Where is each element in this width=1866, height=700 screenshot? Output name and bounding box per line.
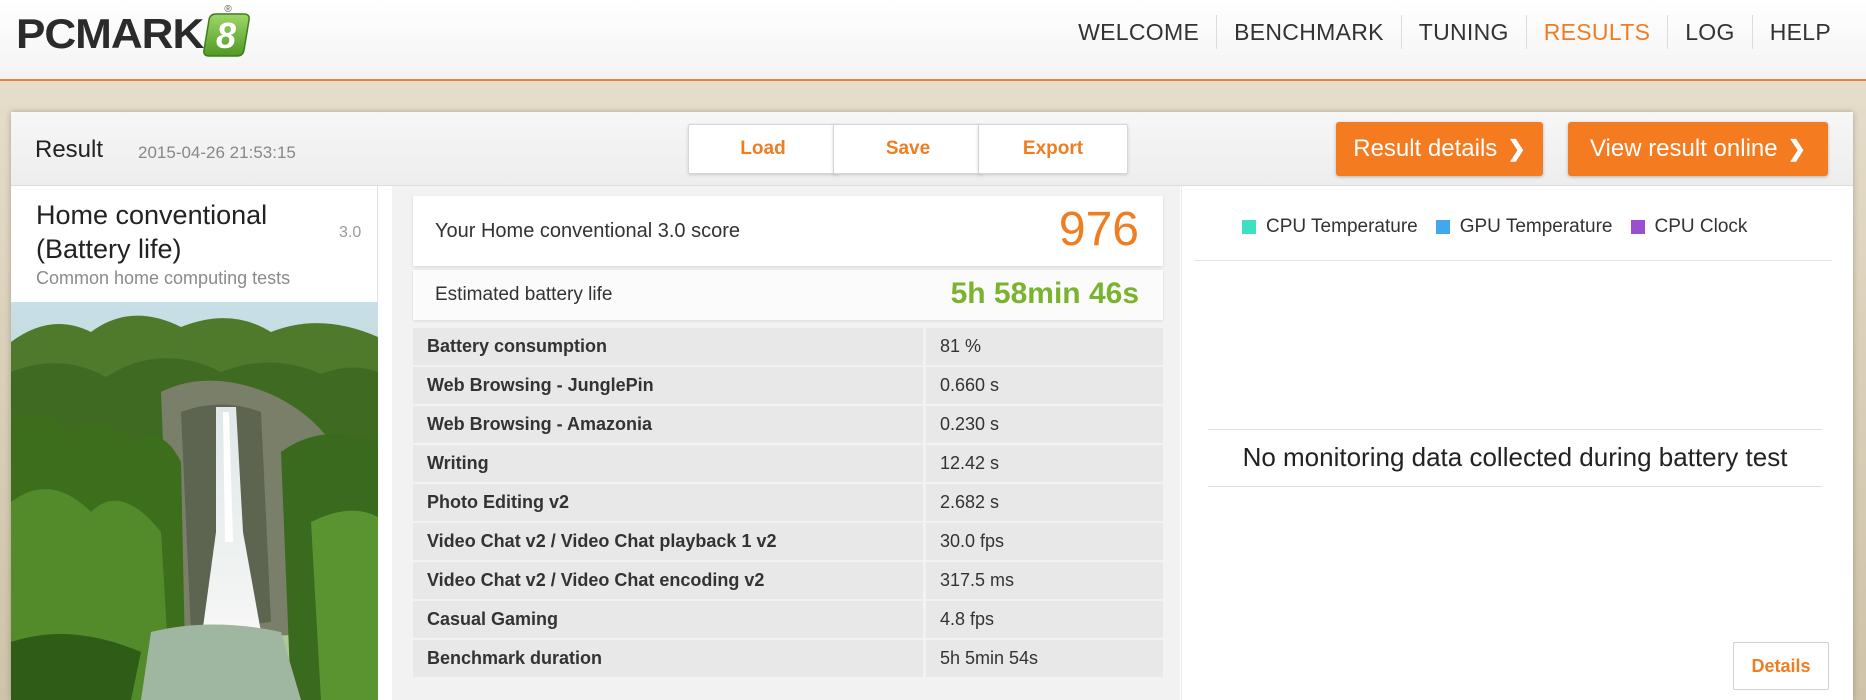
gpu-temperature-swatch-icon — [1435, 220, 1450, 234]
legend-gpu-temperature[interactable]: GPU Temperature — [1435, 216, 1613, 238]
table-row: Battery consumption 81 % — [413, 328, 1163, 367]
monitoring-column: CPU Temperature GPU Temperature CPU Cloc… — [1181, 186, 1853, 700]
metric-name: Benchmark duration — [413, 640, 923, 677]
table-row: Photo Editing v2 2.682 s — [413, 484, 1163, 523]
test-description: Common home computing tests — [36, 268, 291, 288]
score-box: Your Home conventional 3.0 score 976 — [413, 196, 1163, 266]
monitoring-legend: CPU Temperature GPU Temperature CPU Cloc… — [1242, 216, 1747, 238]
metric-name: Video Chat v2 / Video Chat encoding v2 — [413, 562, 923, 599]
table-row: Video Chat v2 / Video Chat playback 1 v2… — [413, 523, 1163, 562]
no-monitoring-data-message: No monitoring data collected during batt… — [1242, 442, 1788, 472]
main-nav: WELCOME BENCHMARK TUNING RESULTS LOG HEL… — [1061, 0, 1848, 64]
message-divider-top — [1208, 429, 1822, 430]
message-divider-bottom — [1208, 486, 1822, 487]
metric-name: Web Browsing - JunglePin — [413, 367, 923, 404]
cpu-clock-swatch-icon — [1630, 220, 1645, 234]
nav-tuning[interactable]: TUNING — [1400, 15, 1526, 49]
logo-text: PCMARK — [16, 10, 204, 57]
score-label: Your Home conventional 3.0 score — [435, 220, 740, 242]
metrics-table: Battery consumption 81 % Web Browsing - … — [413, 328, 1163, 679]
metric-value: 4.8 fps — [926, 601, 1163, 638]
result-details-button[interactable]: Result details ❯ — [1336, 122, 1543, 176]
save-button[interactable]: Save — [833, 124, 983, 174]
test-name: Home conventional (Battery life) — [36, 200, 268, 264]
result-header: Result 2015-04-26 21:53:15 Load Save Exp… — [11, 112, 1853, 186]
legend-divider — [1194, 260, 1832, 261]
metric-value: 0.230 s — [926, 406, 1163, 443]
nav-welcome[interactable]: WELCOME — [1061, 15, 1216, 49]
test-info-column: Home conventional (Battery life) 3.0 Com… — [11, 186, 378, 700]
metric-name: Writing — [413, 445, 923, 482]
cpu-temperature-swatch-icon — [1242, 220, 1256, 234]
waterfall-jungle-image — [11, 302, 378, 700]
table-row: Video Chat v2 / Video Chat encoding v2 3… — [413, 562, 1163, 601]
legend-cpu-clock[interactable]: CPU Clock — [1630, 216, 1748, 238]
load-button[interactable]: Load — [688, 124, 838, 174]
metric-value: 5h 5min 54s — [926, 640, 1163, 677]
result-timestamp: 2015-04-26 21:53:15 — [138, 143, 296, 162]
table-row: Writing 12.42 s — [413, 445, 1163, 484]
result-details-label: Result details — [1353, 135, 1498, 162]
logo-badge-text: 8 — [216, 15, 236, 56]
nav-benchmark[interactable]: BENCHMARK — [1216, 15, 1401, 49]
score-column: Your Home conventional 3.0 score 976 Est… — [392, 186, 1180, 700]
metric-name: Photo Editing v2 — [413, 484, 923, 521]
metric-value: 12.42 s — [926, 445, 1163, 482]
metric-value: 0.660 s — [926, 367, 1163, 404]
chevron-right-icon: ❯ — [1507, 136, 1526, 161]
pcmark-logo: PCMARK ® 8 — [16, 4, 252, 62]
metric-value: 30.0 fps — [926, 523, 1163, 560]
details-button[interactable]: Details — [1733, 642, 1829, 690]
metric-name: Battery consumption — [413, 328, 923, 365]
view-result-online-button[interactable]: View result online ❯ — [1568, 122, 1828, 176]
metric-value: 317.5 ms — [926, 562, 1163, 599]
export-button[interactable]: Export — [978, 124, 1128, 174]
table-row: Benchmark duration 5h 5min 54s — [413, 640, 1163, 679]
chevron-right-icon: ❯ — [1787, 136, 1807, 161]
nav-log[interactable]: LOG — [1667, 15, 1751, 49]
battery-life-value: 5h 58min 46s — [950, 277, 1139, 310]
legend-label: GPU Temperature — [1459, 216, 1613, 237]
result-title: Result — [35, 136, 104, 163]
table-row: Casual Gaming 4.8 fps — [413, 601, 1163, 640]
result-panel: Result 2015-04-26 21:53:15 Load Save Exp… — [11, 112, 1853, 700]
battery-life-box: Estimated battery life 5h 58min 46s — [413, 270, 1163, 320]
metric-value: 81 % — [926, 328, 1163, 365]
table-row: Web Browsing - Amazonia 0.230 s — [413, 406, 1163, 445]
metric-name: Video Chat v2 / Video Chat playback 1 v2 — [413, 523, 923, 560]
nav-results[interactable]: RESULTS — [1525, 15, 1667, 49]
view-result-online-label: View result online — [1589, 135, 1778, 162]
metric-value: 2.682 s — [926, 484, 1163, 521]
battery-life-label: Estimated battery life — [435, 284, 613, 305]
score-value: 976 — [1058, 203, 1139, 256]
metric-name: Casual Gaming — [413, 601, 923, 638]
nav-help[interactable]: HELP — [1751, 15, 1848, 49]
metric-name: Web Browsing - Amazonia — [413, 406, 923, 443]
logo-8-badge-icon: ® 8 — [200, 4, 252, 62]
legend-label: CPU Temperature — [1266, 216, 1418, 237]
legend-cpu-temperature[interactable]: CPU Temperature — [1242, 216, 1418, 238]
legend-label: CPU Clock — [1654, 216, 1748, 237]
test-version: 3.0 — [339, 224, 362, 241]
top-bar: PCMARK ® 8 WELCOME BENCHMARK TUNING RESU… — [0, 0, 1866, 81]
logo-registered-mark: ® — [224, 4, 232, 15]
table-row: Web Browsing - JunglePin 0.660 s — [413, 367, 1163, 406]
